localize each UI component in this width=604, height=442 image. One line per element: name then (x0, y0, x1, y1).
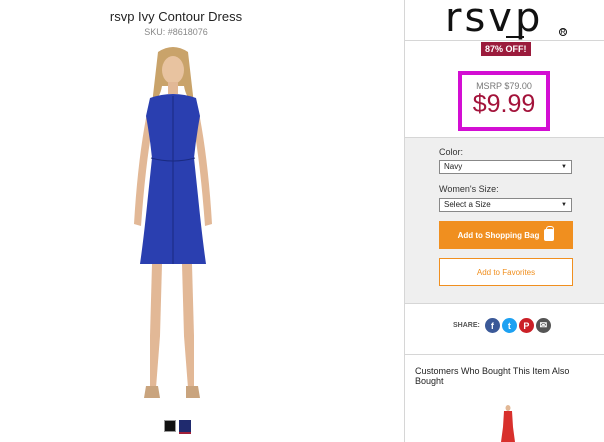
add-to-favorites-label: Add to Favorites (476, 267, 536, 277)
product-gallery: rsvp Ivy Contour Dress SKU: #8618076 (0, 0, 404, 442)
swatch-black[interactable] (164, 420, 176, 432)
product-photo[interactable] (110, 46, 236, 408)
pinterest-icon[interactable]: P (518, 318, 534, 333)
chevron-down-icon: ▼ (561, 202, 567, 208)
share-label: SHARE: (453, 322, 480, 329)
size-label: Women's Size: (439, 184, 499, 194)
registered-mark-icon: R (559, 28, 567, 36)
size-select[interactable]: Select a Size ▼ (439, 198, 572, 212)
facebook-icon[interactable]: f (484, 318, 500, 333)
share-bar: SHARE: f t P ✉ (453, 318, 551, 333)
recommended-product-thumbnail[interactable] (499, 405, 517, 442)
email-icon[interactable]: ✉ (535, 318, 551, 333)
divider (405, 354, 604, 355)
logo-underline (506, 36, 524, 38)
divider (405, 40, 604, 41)
discount-badge: 87% OFF! (481, 42, 531, 56)
size-select-value: Select a Size (444, 200, 491, 209)
brand-logo[interactable]: rsvp (445, 0, 543, 42)
color-select[interactable]: Navy ▼ (439, 160, 572, 174)
brand-header: rsvp R 87% OFF! MSRP $79.00 $9.99 (405, 0, 604, 138)
add-to-bag-button[interactable]: Add to Shopping Bag (439, 221, 573, 249)
sale-price: $9.99 (472, 90, 536, 118)
recommendations-heading: Customers Who Bought This Item Also Boug… (415, 366, 570, 386)
swatch-navy[interactable] (179, 420, 191, 432)
color-swatches (164, 420, 191, 432)
color-select-value: Navy (444, 162, 463, 171)
shopping-bag-icon (544, 226, 555, 241)
twitter-icon[interactable]: t (501, 318, 517, 333)
purchase-panel: rsvp R 87% OFF! MSRP $79.00 $9.99 Color:… (404, 0, 604, 442)
product-sku: SKU: #8618076 (144, 27, 208, 37)
chevron-down-icon: ▼ (561, 164, 567, 170)
add-to-bag-label: Add to Shopping Bag (457, 230, 540, 240)
add-to-favorites-button[interactable]: Add to Favorites (439, 258, 573, 286)
product-title: rsvp Ivy Contour Dress (109, 9, 243, 24)
price-box: MSRP $79.00 $9.99 (458, 71, 550, 131)
color-label: Color: (439, 147, 464, 157)
